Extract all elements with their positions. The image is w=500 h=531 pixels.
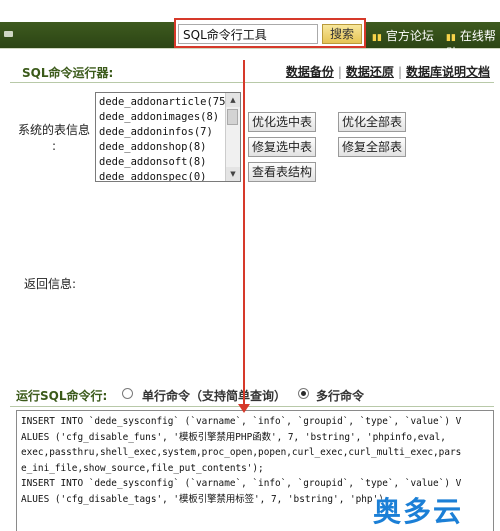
- annotation-arrowhead: [238, 404, 250, 413]
- signal-icon: ▮▮: [372, 33, 382, 43]
- section-header: SQL命令运行器: 数据备份 | 数据还原 | 数据库说明文档: [10, 62, 494, 83]
- top-bar: 搜索 ▮▮官方论坛 ▮▮在线帮助: [0, 0, 500, 60]
- list-item[interactable]: dede_addoninfos(7): [99, 125, 232, 140]
- search-input[interactable]: [178, 24, 318, 44]
- multi-line-radio[interactable]: [298, 388, 309, 399]
- divider: |: [397, 65, 402, 79]
- list-item[interactable]: dede_addonspec(0): [99, 170, 232, 181]
- single-line-radio[interactable]: [122, 388, 133, 399]
- table-list-items: dede_addonarticle(75) dede_addonimages(8…: [99, 95, 232, 181]
- return-info-label: 返回信息:: [24, 277, 77, 291]
- repair-all-button[interactable]: 修复全部表: [338, 137, 406, 157]
- nav-link-forum[interactable]: ▮▮ 官方论坛: [372, 27, 434, 44]
- optimize-selected-button[interactable]: 优化选中表: [248, 112, 316, 132]
- repair-selected-button[interactable]: 修复选中表: [248, 137, 316, 157]
- link-restore[interactable]: 数据还原: [346, 65, 394, 79]
- view-structure-button[interactable]: 查看表结构: [248, 162, 316, 182]
- table-listbox[interactable]: dede_addonarticle(75) dede_addonimages(8…: [95, 92, 241, 182]
- section-links: 数据备份 | 数据还原 | 数据库说明文档: [286, 63, 490, 80]
- nav-link-help[interactable]: ▮▮ 在线帮助: [446, 27, 500, 61]
- search-button[interactable]: 搜索: [322, 24, 362, 44]
- watermark-logo: 奥多云: [373, 495, 464, 528]
- nav-link-label: 官方论坛: [385, 29, 434, 43]
- scroll-down-icon[interactable]: ▼: [226, 167, 240, 181]
- menu-icon[interactable]: [4, 31, 13, 37]
- section-title: SQL命令运行器:: [22, 66, 114, 80]
- list-item[interactable]: dede_addonarticle(75): [99, 95, 232, 110]
- signal-icon: ▮▮: [446, 33, 456, 43]
- single-line-label[interactable]: 单行命令（支持简单查询）: [142, 387, 286, 404]
- annotation-arrow: [243, 60, 245, 408]
- scroll-thumb[interactable]: [227, 109, 238, 125]
- link-backup[interactable]: 数据备份: [286, 65, 334, 79]
- divider: |: [337, 65, 342, 79]
- list-item[interactable]: dede_addonshop(8): [99, 140, 232, 155]
- list-item[interactable]: dede_addonimages(8): [99, 110, 232, 125]
- link-db-docs[interactable]: 数据库说明文档: [406, 65, 490, 79]
- listbox-scrollbar[interactable]: ▲ ▼: [225, 93, 240, 181]
- list-item[interactable]: dede_addonsoft(8): [99, 155, 232, 170]
- run-sql-row: 运行SQL命令行: 单行命令（支持简单查询） 多行命令: [10, 384, 494, 407]
- optimize-all-button[interactable]: 优化全部表: [338, 112, 406, 132]
- run-sql-label: 运行SQL命令行:: [16, 389, 108, 403]
- multi-line-label[interactable]: 多行命令: [316, 387, 364, 404]
- table-info-label: 系统的表信息 :: [18, 123, 91, 153]
- scroll-up-icon[interactable]: ▲: [226, 93, 240, 107]
